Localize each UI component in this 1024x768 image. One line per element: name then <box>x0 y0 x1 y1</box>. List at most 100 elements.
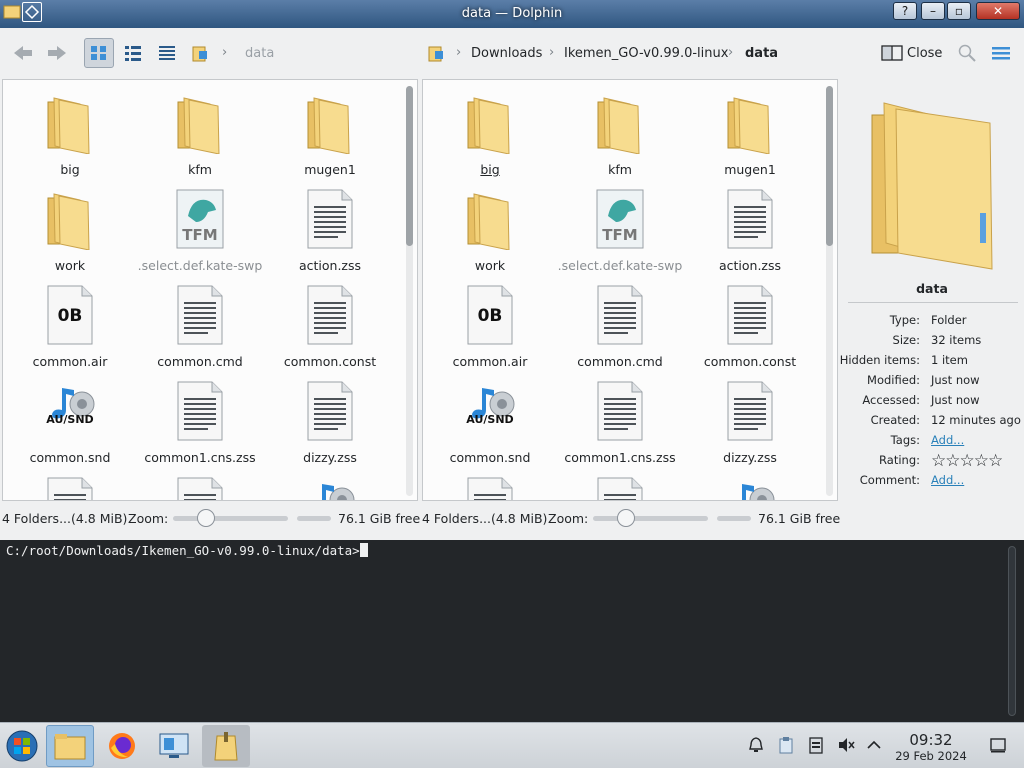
breadcrumb-data[interactable]: data <box>745 46 778 61</box>
help-button[interactable]: ? <box>893 2 917 20</box>
add-tags-link[interactable]: Add... <box>931 433 964 447</box>
taskbar: 09:32 29 Feb 2024 <box>0 722 1024 768</box>
folder-icon <box>724 92 776 155</box>
icons-view-icon[interactable] <box>84 38 114 68</box>
left-file-pane[interactable]: big kfm mugen1 work TFM .select.def.kate-swp a… <box>2 79 418 501</box>
terminal-prompt-line[interactable]: C:/root/Downloads/Ikemen_GO-v0.99.0-linu… <box>6 543 368 558</box>
show-desktop-icon[interactable] <box>988 735 1008 755</box>
add-comment-link[interactable]: Add... <box>931 473 964 487</box>
file-item[interactable]: common.const <box>685 278 815 374</box>
terminal-panel[interactable]: C:/root/Downloads/Ikemen_GO-v0.99.0-linu… <box>0 540 1024 722</box>
taskbar-archive-app[interactable] <box>202 725 250 767</box>
search-icon[interactable] <box>954 38 980 68</box>
back-icon[interactable] <box>8 38 38 68</box>
file-item[interactable]: 0B common.air <box>5 278 135 374</box>
file-name: common.air <box>32 354 108 369</box>
folder-icon <box>174 92 226 155</box>
terminal-scrollbar[interactable] <box>1008 546 1016 716</box>
title-bar: data — Dolphin ? – ▫ ✕ <box>0 0 1024 28</box>
zoom-slider-knob[interactable] <box>197 509 215 527</box>
file-name: common.cmd <box>157 354 243 369</box>
file-item[interactable]: TFM .select.def.kate-swp <box>555 182 685 278</box>
breadcrumb-ikemen[interactable]: Ikemen_GO-v0.99.0-linux <box>564 46 728 61</box>
file-item[interactable]: action.zss <box>265 182 395 278</box>
file-name: common.cmd <box>577 354 663 369</box>
scrollbar[interactable] <box>406 86 413 496</box>
text-file-icon <box>724 284 776 346</box>
split-close-icon[interactable] <box>880 38 904 68</box>
file-name: dizzy.zss <box>723 450 777 465</box>
close-window-button[interactable]: ✕ <box>976 2 1020 20</box>
minimize-button[interactable]: – <box>921 2 945 20</box>
file-item[interactable]: dizzy.zss <box>685 374 815 470</box>
file-item[interactable]: big <box>5 86 135 182</box>
folder-icon[interactable] <box>188 38 212 68</box>
file-name: kfm <box>608 162 632 177</box>
file-item-partial[interactable] <box>685 470 815 500</box>
zoom-slider-knob[interactable] <box>617 509 635 527</box>
left-breadcrumb-current[interactable]: data <box>245 46 274 61</box>
info-comment-label: Comment: <box>859 473 920 487</box>
file-item[interactable]: kfm <box>135 86 265 182</box>
rating-stars[interactable]: ☆☆☆☆☆ <box>931 451 1003 471</box>
text-file-icon <box>594 476 646 500</box>
zoom-slider[interactable] <box>593 509 708 527</box>
text-file-icon <box>174 380 226 442</box>
forward-icon[interactable] <box>42 38 72 68</box>
chevron-up-icon[interactable] <box>864 735 884 755</box>
file-item[interactable]: AU/SND common.snd <box>425 374 555 470</box>
taskbar-system-settings[interactable] <box>150 725 198 767</box>
file-item-partial[interactable] <box>265 470 395 500</box>
scrollbar-thumb[interactable] <box>826 86 833 246</box>
file-item-partial[interactable] <box>135 470 265 500</box>
file-item[interactable]: 0B common.air <box>425 278 555 374</box>
notifications-icon[interactable] <box>746 735 766 755</box>
file-item-partial[interactable] <box>5 470 135 500</box>
file-item[interactable]: kfm <box>555 86 685 182</box>
clipboard-icon[interactable] <box>776 735 796 755</box>
close-split-button[interactable]: Close <box>907 46 942 61</box>
file-name: big <box>480 162 500 177</box>
file-item[interactable]: common.const <box>265 278 395 374</box>
file-item[interactable]: mugen1 <box>685 86 815 182</box>
file-item[interactable]: action.zss <box>685 182 815 278</box>
file-item-partial[interactable] <box>425 470 555 500</box>
maximize-button[interactable]: ▫ <box>947 2 971 20</box>
file-item[interactable]: common1.cns.zss <box>135 374 265 470</box>
details-view-icon[interactable] <box>152 38 182 68</box>
file-item[interactable]: common.cmd <box>135 278 265 374</box>
scrollbar[interactable] <box>826 86 833 496</box>
file-name: work <box>474 258 506 273</box>
storage-device-icon[interactable] <box>806 735 826 755</box>
file-name: .select.def.kate-swp <box>557 258 683 273</box>
file-item[interactable]: common.cmd <box>555 278 685 374</box>
file-item[interactable]: work <box>5 182 135 278</box>
volume-muted-icon[interactable] <box>836 735 856 755</box>
taskbar-file-manager[interactable] <box>46 725 94 767</box>
file-item[interactable]: TFM .select.def.kate-swp <box>135 182 265 278</box>
compact-view-icon[interactable] <box>118 38 148 68</box>
file-item[interactable]: dizzy.zss <box>265 374 395 470</box>
file-item[interactable]: AU/SND common.snd <box>5 374 135 470</box>
audio-file-icon: AU/SND <box>44 380 96 442</box>
text-file-icon <box>724 188 776 250</box>
breadcrumb-downloads[interactable]: Downloads <box>471 46 542 61</box>
file-item[interactable]: common1.cns.zss <box>555 374 685 470</box>
file-item[interactable]: work <box>425 182 555 278</box>
free-space-label: 76.1 GiB free <box>758 511 841 526</box>
root-folder-icon[interactable] <box>424 38 448 68</box>
file-item-partial[interactable] <box>555 470 685 500</box>
zoom-slider[interactable] <box>173 509 288 527</box>
right-file-pane[interactable]: big kfm mugen1 work TFM .select.def.kate-swp a… <box>422 79 838 501</box>
start-button[interactable] <box>0 725 44 767</box>
info-accessed-value: Just now <box>931 393 980 407</box>
info-modified-value: Just now <box>931 373 980 387</box>
taskbar-firefox[interactable] <box>98 725 146 767</box>
file-item[interactable]: big <box>425 86 555 182</box>
file-item[interactable]: mugen1 <box>265 86 395 182</box>
text-file-icon <box>174 476 226 500</box>
file-name: action.zss <box>298 258 362 273</box>
menu-icon[interactable] <box>988 38 1014 68</box>
clock[interactable]: 09:32 29 Feb 2024 <box>888 731 974 763</box>
scrollbar-thumb[interactable] <box>406 86 413 246</box>
